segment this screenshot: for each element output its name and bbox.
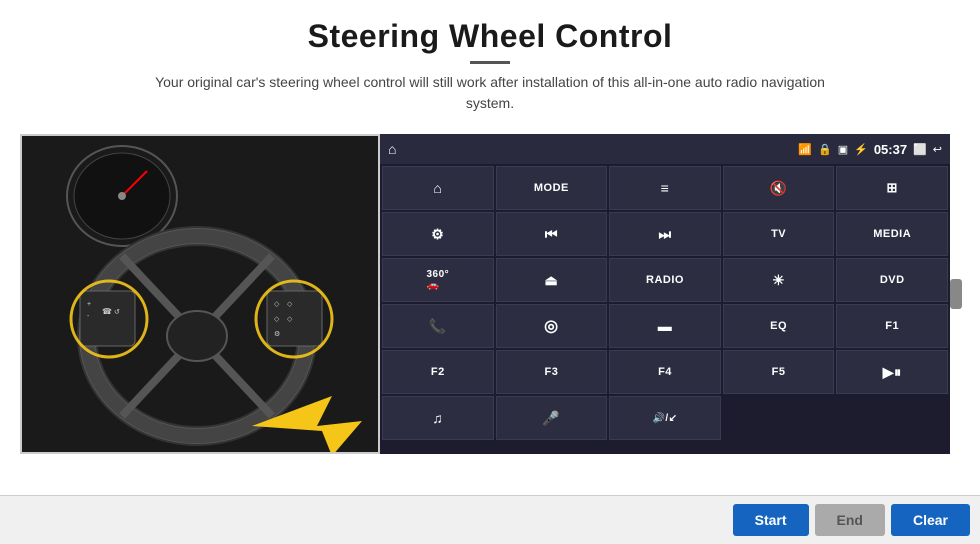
btn-volume-call[interactable]: 🔊/↙ (609, 396, 721, 440)
btn-nav[interactable]: ◎ (496, 304, 608, 348)
svg-text:◇: ◇ (274, 301, 280, 308)
svg-text:↺: ↺ (114, 309, 120, 316)
page-wrapper: Steering Wheel Control Your original car… (0, 0, 980, 544)
btn-list[interactable]: ≡ (609, 166, 721, 210)
lock-icon: 🔒 (818, 143, 832, 156)
btn-f1[interactable]: F1 (836, 304, 948, 348)
btn-prev[interactable]: ⏮ (496, 212, 608, 256)
subtitle: Your original car's steering wheel contr… (140, 72, 840, 114)
wifi-icon: 📶 (798, 143, 812, 156)
title-underline (470, 61, 510, 64)
btn-empty-1 (723, 396, 835, 440)
btn-empty-2 (836, 396, 948, 440)
title-section: Steering Wheel Control Your original car… (140, 18, 840, 128)
page-title: Steering Wheel Control (140, 18, 840, 55)
btn-eject[interactable]: ⏏ (496, 258, 608, 302)
btn-mute[interactable]: 🔇 (723, 166, 835, 210)
btn-apps[interactable]: ⊞ (836, 166, 948, 210)
btn-mode[interactable]: MODE (496, 166, 608, 210)
btn-mic[interactable]: 🎤 (496, 396, 608, 440)
svg-text:◇: ◇ (274, 316, 280, 323)
btn-settings[interactable]: ⚙ (382, 212, 494, 256)
bluetooth-icon: ⚡ (854, 143, 868, 156)
btn-phone[interactable]: 📞 (382, 304, 494, 348)
status-icons: 📶 🔒 ▣ ⚡ 05:37 ⬜ ↩ (798, 142, 942, 157)
scrollbar[interactable] (950, 279, 962, 309)
back-icon: ↩ (933, 143, 942, 156)
btn-360[interactable]: 360°🚗 (382, 258, 494, 302)
car-image: + - ☎ ↺ ◇ ◇ ◇ ◇ ⚙ (20, 134, 380, 454)
btn-media[interactable]: MEDIA (836, 212, 948, 256)
end-button[interactable]: End (815, 504, 885, 536)
home-icon: ⌂ (388, 141, 396, 157)
button-grid: ⌂ MODE ≡ 🔇 ⊞ ⚙ ⏮ ⏭ TV MEDIA 360°🚗 ⏏ RADI… (380, 164, 950, 442)
start-button[interactable]: Start (733, 504, 809, 536)
svg-text:⚙: ⚙ (274, 330, 280, 338)
btn-playpause[interactable]: ▶⏸ (836, 350, 948, 394)
control-panel: ⌂ 📶 🔒 ▣ ⚡ 05:37 ⬜ ↩ ⌂ MODE (380, 134, 950, 454)
btn-home[interactable]: ⌂ (382, 166, 494, 210)
btn-music[interactable]: ♫ (382, 396, 494, 440)
svg-text:+: + (87, 301, 91, 308)
status-bar: ⌂ 📶 🔒 ▣ ⚡ 05:37 ⬜ ↩ (380, 134, 950, 164)
svg-text:☎: ☎ (102, 307, 112, 316)
btn-next[interactable]: ⏭ (609, 212, 721, 256)
cast-icon: ⬜ (913, 143, 927, 156)
btn-tv[interactable]: TV (723, 212, 835, 256)
btn-f2[interactable]: F2 (382, 350, 494, 394)
btn-f4[interactable]: F4 (609, 350, 721, 394)
btn-f5[interactable]: F5 (723, 350, 835, 394)
btn-dvd[interactable]: DVD (836, 258, 948, 302)
btn-f3[interactable]: F3 (496, 350, 608, 394)
btn-radio[interactable]: RADIO (609, 258, 721, 302)
btn-brightness[interactable]: ☀ (723, 258, 835, 302)
btn-screen[interactable]: ▬ (609, 304, 721, 348)
svg-text:◇: ◇ (287, 316, 293, 323)
time-display: 05:37 (874, 142, 907, 157)
action-bar: Start End Clear (0, 495, 980, 544)
svg-text:◇: ◇ (287, 301, 293, 308)
clear-button[interactable]: Clear (891, 504, 970, 536)
sd-icon: ▣ (838, 143, 848, 156)
panel-wrapper: ⌂ 📶 🔒 ▣ ⚡ 05:37 ⬜ ↩ ⌂ MODE (380, 134, 950, 454)
btn-eq[interactable]: EQ (723, 304, 835, 348)
